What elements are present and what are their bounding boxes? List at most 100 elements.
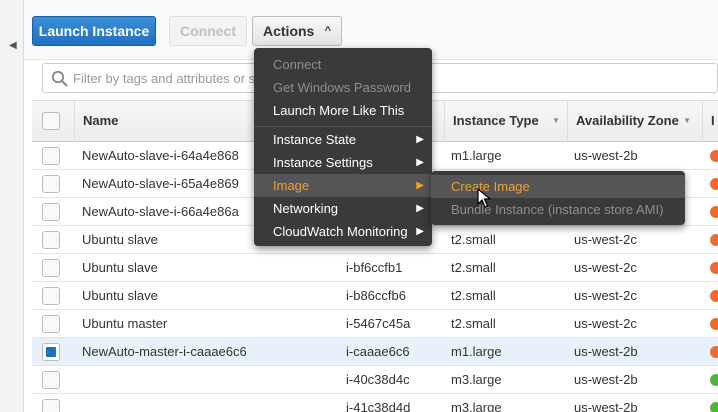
- cell-availability-zone: us-west-2b: [574, 372, 638, 387]
- table-row[interactable]: i-40c38d4c m3.large us-west-2b: [32, 366, 718, 394]
- status-indicator-icon: [710, 318, 718, 330]
- cell-instance-id: i-40c38d4c: [346, 372, 410, 387]
- menu-item-label: Image: [273, 178, 310, 193]
- cell-instance-id: i-b86ccfb6: [346, 288, 406, 303]
- header-select-all[interactable]: [32, 101, 74, 143]
- row-checkbox[interactable]: [42, 287, 60, 305]
- triangle-right-icon: ▶: [416, 134, 424, 145]
- menu-separator: [254, 126, 432, 127]
- triangle-down-icon: ▼: [552, 116, 560, 125]
- header-instance-type-label: Instance Type: [453, 113, 539, 128]
- menu-item-label: Instance Settings: [273, 155, 373, 170]
- cell-availability-zone: us-west-2b: [574, 344, 638, 359]
- chevron-left-icon[interactable]: ◀: [9, 38, 21, 54]
- header-instance-state[interactable]: I: [702, 101, 718, 143]
- cell-instance-type: m1.large: [451, 344, 502, 359]
- menu-item-instance-settings[interactable]: Instance Settings ▶: [254, 151, 432, 174]
- header-availability-zone[interactable]: Availability Zone ▼: [567, 101, 699, 143]
- triangle-down-icon: ▼: [683, 116, 691, 125]
- cell-instance-type: m1.large: [451, 148, 502, 163]
- connect-button: Connect: [169, 16, 247, 46]
- menu-item-cloudwatch-monitoring[interactable]: CloudWatch Monitoring ▶: [254, 220, 432, 243]
- status-indicator-icon: [710, 346, 718, 358]
- cell-availability-zone: us-west-2c: [574, 260, 637, 275]
- header-availability-zone-label: Availability Zone: [576, 113, 679, 128]
- menu-item-label: CloudWatch Monitoring: [273, 224, 408, 239]
- row-checkbox[interactable]: [42, 259, 60, 277]
- cell-availability-zone: us-west-2c: [574, 288, 637, 303]
- cell-instance-id: i-5467c45a: [346, 316, 411, 331]
- status-indicator-icon: [710, 262, 718, 274]
- menu-item-label: Connect: [273, 57, 322, 72]
- image-submenu: Create Image Bundle Instance (instance s…: [431, 171, 685, 225]
- cell-name: Ubuntu slave: [82, 260, 158, 275]
- menu-item-label: Launch More Like This: [273, 103, 405, 118]
- cell-availability-zone: us-west-2c: [574, 316, 637, 331]
- cell-instance-type: t2.small: [451, 260, 496, 275]
- table-row[interactable]: i-41c38d4d m3.large us-west-2b: [32, 394, 718, 412]
- status-indicator-icon: [710, 402, 718, 412]
- cell-instance-id: i-bf6ccfb1: [346, 260, 403, 275]
- status-indicator-icon: [710, 290, 718, 302]
- filter-input[interactable]: [73, 68, 273, 88]
- cell-name: NewAuto-master-i-caaae6c6: [82, 344, 247, 359]
- table-row[interactable]: Ubuntu slave i-bf6ccfb1 t2.small us-west-2c: [32, 254, 718, 282]
- row-checkbox[interactable]: [42, 147, 60, 165]
- menu-item-instance-state[interactable]: Instance State ▶: [254, 128, 432, 151]
- table-row[interactable]: Ubuntu slave i-b86ccfb6 t2.small us-west-2c: [32, 282, 718, 310]
- cell-instance-type: t2.small: [451, 316, 496, 331]
- left-panel-bar: ◀: [0, 0, 24, 412]
- actions-button[interactable]: Actions ^: [252, 16, 342, 46]
- menu-item-image[interactable]: Image ▶: [254, 174, 432, 197]
- cell-instance-type: m3.large: [451, 372, 502, 387]
- row-checkbox[interactable]: [42, 371, 60, 389]
- cell-instance-type: t2.small: [451, 288, 496, 303]
- header-name-label: Name: [83, 113, 119, 128]
- triangle-right-icon: ▶: [416, 226, 424, 237]
- menu-item-connect: Connect: [254, 53, 432, 76]
- actions-button-label: Actions: [263, 23, 315, 39]
- cell-availability-zone: us-west-2c: [574, 232, 637, 247]
- cell-instance-type: t2.small: [451, 232, 496, 247]
- menu-item-label: Instance State: [273, 132, 357, 147]
- row-checkbox[interactable]: [42, 399, 60, 412]
- select-all-checkbox[interactable]: [42, 112, 60, 130]
- menu-item-create-image[interactable]: Create Image: [431, 175, 685, 198]
- cell-instance-id: i-41c38d4d: [346, 400, 411, 412]
- triangle-right-icon: ▶: [416, 180, 424, 191]
- row-checkbox[interactable]: [42, 231, 60, 249]
- cell-name: Ubuntu slave: [82, 288, 158, 303]
- chevron-up-icon: ^: [324, 25, 331, 37]
- status-indicator-icon: [710, 206, 718, 218]
- header-instance-type[interactable]: Instance Type ▼: [444, 101, 568, 143]
- status-indicator-icon: [710, 374, 718, 386]
- search-icon: [51, 70, 68, 87]
- menu-item-networking[interactable]: Networking ▶: [254, 197, 432, 220]
- row-checkbox[interactable]: [42, 343, 60, 361]
- mouse-pointer-icon: [477, 188, 491, 208]
- cell-name: [82, 394, 332, 412]
- status-indicator-icon: [710, 178, 718, 190]
- cell-availability-zone: us-west-2b: [574, 400, 638, 412]
- menu-item-get-windows-password: Get Windows Password: [254, 76, 432, 99]
- table-row[interactable]: NewAuto-master-i-caaae6c6 i-caaae6c6 m1.la…: [32, 338, 718, 366]
- cell-availability-zone: us-west-2b: [574, 148, 638, 163]
- cell-name: [82, 366, 332, 394]
- cell-name: Ubuntu master: [82, 316, 168, 331]
- header-instance-state-label: I: [711, 113, 715, 128]
- menu-item-bundle-instance: Bundle Instance (instance store AMI): [431, 198, 685, 221]
- status-indicator-icon: [710, 150, 718, 162]
- table-row[interactable]: Ubuntu master i-5467c45a t2.small us-west-2…: [32, 310, 718, 338]
- triangle-right-icon: ▶: [416, 157, 424, 168]
- menu-item-launch-more-like-this[interactable]: Launch More Like This: [254, 99, 432, 122]
- menu-item-label: Get Windows Password: [273, 80, 411, 95]
- triangle-right-icon: ▶: [416, 203, 424, 214]
- row-checkbox[interactable]: [42, 203, 60, 221]
- actions-menu: Connect Get Windows Password Launch More…: [254, 48, 432, 246]
- status-indicator-icon: [710, 234, 718, 246]
- cell-instance-type: m3.large: [451, 400, 502, 412]
- menu-item-label: Networking: [273, 201, 339, 216]
- launch-instance-button[interactable]: Launch Instance: [32, 16, 156, 46]
- row-checkbox[interactable]: [42, 175, 60, 193]
- row-checkbox[interactable]: [42, 315, 60, 333]
